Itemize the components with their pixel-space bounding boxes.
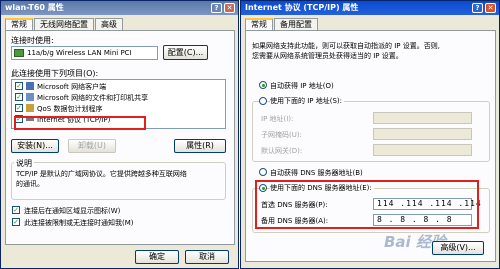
qos-checkbox[interactable]: ✓ [15, 104, 23, 112]
file-sharing-icon [26, 93, 34, 101]
show-icon-label[interactable]: 连接后在通知区域显示图标(W) [24, 206, 120, 216]
ip-address-label: IP 地址(I): [261, 115, 294, 123]
connection-properties-window: wlan-T60 属性 ? ✕ 常规 无线网络配置 高级 连接时使用: 11a/… [0, 0, 239, 269]
cancel-button[interactable]: 取消 [185, 250, 229, 264]
network-client-icon [26, 82, 34, 90]
tab-wireless-networks[interactable]: 无线网络配置 [34, 18, 94, 30]
right-title-bar: Internet 协议 (TCP/IP) 属性 ? ✕ [241, 1, 499, 15]
auto-ip-radio[interactable] [259, 81, 267, 89]
intro-line-2: 您需要从网络系统管理员处获得适当的 IP 设置。 [252, 52, 403, 60]
show-icon-checkbox[interactable]: ✓ [12, 206, 20, 214]
dns-highlight [255, 180, 479, 229]
auto-dns-radio[interactable] [259, 168, 267, 176]
subnet-field[interactable] [373, 128, 472, 140]
tab-advanced[interactable]: 高级 [95, 18, 123, 30]
adapter-box: 11a/b/g Wireless LAN Mini PCI [11, 46, 158, 60]
description-line-1: TCP/IP 是默认的广域网协议。它提供跨越多种互联网络 [16, 170, 187, 178]
list-item[interactable]: Microsoft 网络的文件和打印机共享 [37, 93, 148, 103]
left-window-title: wlan-T60 属性 [5, 3, 64, 12]
properties-button[interactable]: 属性(R) [174, 139, 226, 153]
gateway-label: 默认网关(D): [261, 147, 303, 155]
notify-label[interactable]: 此连接被限制或无连接时通知我(M) [24, 218, 134, 228]
manual-ip-radio[interactable] [259, 97, 267, 105]
right-tab-page: 如果网络支持此功能，则可以获取自动指派的 IP 设置。否则, 您需要从网络系统管… [245, 30, 496, 262]
help-icon[interactable]: ? [211, 3, 222, 13]
tcpip-highlight [14, 116, 146, 130]
auto-ip-label[interactable]: 自动获得 IP 地址(O) [270, 81, 334, 91]
right-window-title: Internet 协议 (TCP/IP) 属性 [245, 3, 359, 12]
install-button[interactable]: 安装(N)... [11, 139, 59, 153]
ok-button[interactable]: 确定 [135, 250, 179, 264]
list-item[interactable]: QoS 数据包计划程序 [37, 104, 102, 114]
gateway-field[interactable] [373, 144, 472, 156]
description-line-2: 的通讯。 [16, 180, 44, 188]
uninstall-button[interactable]: 卸载(U) [68, 139, 116, 153]
close-icon[interactable]: ✕ [224, 3, 235, 13]
file-sharing-checkbox[interactable]: ✓ [15, 93, 23, 101]
client-checkbox[interactable]: ✓ [15, 82, 23, 90]
left-tabs: 常规 无线网络配置 高级 [5, 18, 124, 30]
tab-alternate-config[interactable]: 备用配置 [274, 18, 318, 30]
configure-button[interactable]: 配置(C)... [163, 45, 208, 60]
tab-general[interactable]: 常规 [5, 18, 33, 30]
right-tabs: 常规 备用配置 [245, 18, 319, 30]
manual-ip-label[interactable]: 使用下面的 IP 地址(S): [270, 96, 344, 106]
left-tab-page: 连接时使用: 11a/b/g Wireless LAN Mini PCI 配置(… [5, 30, 235, 245]
connect-using-label: 连接时使用: [11, 36, 54, 45]
tab-general[interactable]: 常规 [245, 18, 273, 30]
tcpip-properties-window: Internet 协议 (TCP/IP) 属性 ? ✕ 常规 备用配置 如果网络… [240, 0, 500, 269]
subnet-label: 子网掩码(U): [261, 131, 302, 139]
ip-address-field[interactable] [373, 112, 472, 124]
description-title: 说明 [14, 158, 34, 169]
network-adapter-icon [14, 49, 24, 57]
items-label: 此连接使用下列项目(O): [11, 69, 99, 78]
auto-dns-label[interactable]: 自动获得 DNS 服务器地址(B) [270, 168, 363, 178]
advanced-button[interactable]: 高级(V)... [432, 241, 484, 255]
help-icon[interactable]: ? [472, 3, 483, 13]
notify-checkbox[interactable]: ✓ [12, 218, 20, 226]
close-icon[interactable]: ✕ [485, 3, 496, 13]
left-title-bar: wlan-T60 属性 ? ✕ [1, 1, 238, 15]
qos-icon [26, 104, 34, 112]
adapter-name: 11a/b/g Wireless LAN Mini PCI [27, 49, 132, 57]
list-item[interactable]: Microsoft 网络客户端 [37, 82, 106, 92]
intro-line-1: 如果网络支持此功能，则可以获取自动指派的 IP 设置。否则, [252, 42, 440, 50]
